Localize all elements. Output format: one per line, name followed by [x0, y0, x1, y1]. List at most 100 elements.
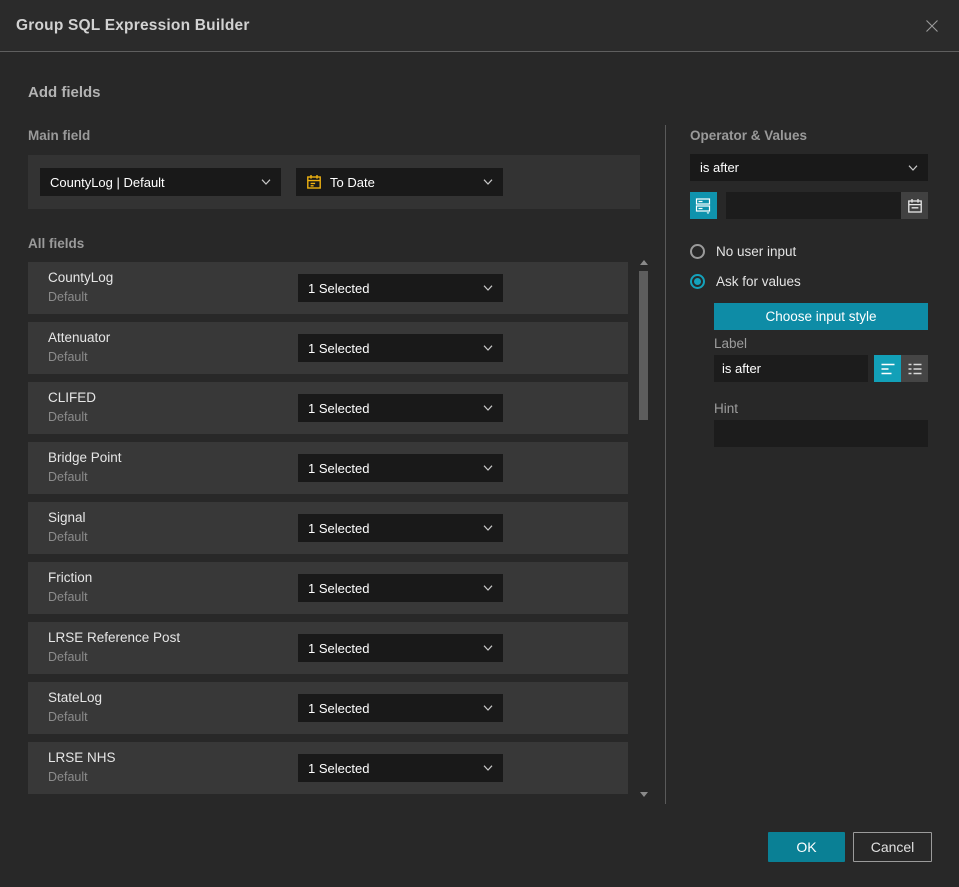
field-selected-value: 1 Selected [308, 700, 370, 716]
chevron-down-icon [483, 525, 493, 531]
field-name: StateLog [48, 690, 103, 705]
field-subtitle: Default [48, 290, 88, 304]
field-name: LRSE NHS [48, 750, 116, 765]
field-subtitle: Default [48, 530, 88, 544]
field-row: CountyLog Default 1 Selected [28, 262, 628, 314]
field-selected-value: 1 Selected [308, 760, 370, 776]
radio-label: Ask for values [716, 274, 801, 289]
close-button[interactable] [921, 15, 943, 37]
stacked-inputs-icon [695, 198, 711, 214]
field-name: Attenuator [48, 330, 111, 345]
field-selected-value: 1 Selected [308, 520, 370, 536]
chevron-down-icon [483, 345, 493, 351]
field-subtitle: Default [48, 350, 88, 364]
field-name: Signal [48, 510, 86, 525]
radio-circle-icon [690, 274, 705, 289]
hint-field-label: Hint [714, 401, 739, 416]
field-selected-value: 1 Selected [308, 640, 370, 656]
main-field-label: Main field [28, 128, 91, 143]
all-fields-list: CountyLog Default 1 Selected Attenuator Defa… [28, 262, 628, 802]
calendar-icon [306, 174, 322, 190]
date-dropdown-value: To Date [330, 174, 375, 190]
scrollbar-up-arrow-icon[interactable] [640, 260, 648, 265]
scrollbar-thumb[interactable] [639, 271, 648, 420]
main-field-dropdown-value: CountyLog | Default [50, 174, 165, 190]
main-field-dropdown[interactable]: CountyLog | Default [40, 168, 281, 196]
field-selected-value: 1 Selected [308, 280, 370, 296]
main-field-date-dropdown[interactable]: To Date [296, 168, 503, 196]
chevron-down-icon [483, 585, 493, 591]
operator-values-heading: Operator & Values [690, 128, 808, 143]
radio-label: No user input [716, 244, 797, 259]
field-subtitle: Default [48, 650, 88, 664]
field-selected-value: 1 Selected [308, 340, 370, 356]
date-picker-button[interactable] [901, 192, 928, 219]
radio-no-user-input[interactable]: No user input [690, 244, 796, 259]
chevron-down-icon [483, 285, 493, 291]
value-type-button[interactable] [690, 192, 717, 219]
cancel-button[interactable]: Cancel [853, 832, 932, 862]
main-field-panel: CountyLog | Default To Date [28, 155, 640, 209]
field-name: CountyLog [48, 270, 114, 285]
field-row: LRSE Reference Post Default 1 Selected [28, 622, 628, 674]
field-selected-dropdown[interactable]: 1 Selected [298, 574, 503, 602]
operator-dropdown[interactable]: is after [690, 154, 928, 181]
align-left-icon [881, 363, 894, 374]
chevron-down-icon [483, 465, 493, 471]
field-subtitle: Default [48, 710, 88, 724]
add-fields-heading: Add fields [28, 84, 101, 101]
chevron-down-icon [483, 645, 493, 651]
field-subtitle: Default [48, 410, 88, 424]
field-selected-dropdown[interactable]: 1 Selected [298, 754, 503, 782]
field-name: CLIFED [48, 390, 97, 405]
field-subtitle: Default [48, 470, 88, 484]
panel-divider [665, 125, 666, 804]
chevron-down-icon [261, 179, 271, 185]
label-field-label: Label [714, 336, 748, 351]
field-row: StateLog Default 1 Selected [28, 682, 628, 734]
scrollbar-down-arrow-icon[interactable] [640, 792, 648, 797]
field-row: Friction Default 1 Selected [28, 562, 628, 614]
label-style-list-button[interactable] [901, 355, 928, 382]
field-selected-dropdown[interactable]: 1 Selected [298, 274, 503, 302]
field-row: CLIFED Default 1 Selected [28, 382, 628, 434]
field-selected-dropdown[interactable]: 1 Selected [298, 394, 503, 422]
chevron-down-icon [483, 705, 493, 711]
chevron-down-icon [908, 164, 918, 171]
hint-input[interactable] [714, 420, 928, 447]
field-selected-dropdown[interactable]: 1 Selected [298, 634, 503, 662]
field-selected-value: 1 Selected [308, 460, 370, 476]
radio-circle-icon [690, 244, 705, 259]
list-icon [908, 363, 921, 374]
close-icon [926, 19, 938, 32]
chevron-down-icon [483, 405, 493, 411]
dialog-header: Group SQL Expression Builder [0, 0, 959, 52]
field-selected-value: 1 Selected [308, 580, 370, 596]
ok-button[interactable]: OK [768, 832, 845, 862]
all-fields-label: All fields [28, 236, 85, 251]
label-input[interactable] [714, 355, 868, 382]
field-selected-dropdown[interactable]: 1 Selected [298, 334, 503, 362]
field-selected-dropdown[interactable]: 1 Selected [298, 454, 503, 482]
field-row: Bridge Point Default 1 Selected [28, 442, 628, 494]
field-selected-value: 1 Selected [308, 400, 370, 416]
field-row: LRSE NHS Default 1 Selected [28, 742, 628, 794]
field-name: Bridge Point [48, 450, 122, 465]
field-subtitle: Default [48, 770, 88, 784]
field-selected-dropdown[interactable]: 1 Selected [298, 694, 503, 722]
radio-ask-for-values[interactable]: Ask for values [690, 274, 801, 289]
field-row: Attenuator Default 1 Selected [28, 322, 628, 374]
field-subtitle: Default [48, 590, 88, 604]
field-selected-dropdown[interactable]: 1 Selected [298, 514, 503, 542]
choose-input-style-button[interactable]: Choose input style [714, 303, 928, 330]
value-input[interactable] [726, 192, 901, 219]
label-style-text-button[interactable] [874, 355, 901, 382]
chevron-down-icon [483, 179, 493, 185]
dialog-title: Group SQL Expression Builder [16, 16, 250, 34]
operator-dropdown-value: is after [700, 160, 740, 175]
field-name: LRSE Reference Post [48, 630, 181, 645]
field-name: Friction [48, 570, 93, 585]
calendar-icon [907, 198, 922, 213]
chevron-down-icon [483, 765, 493, 771]
field-row: Signal Default 1 Selected [28, 502, 628, 554]
